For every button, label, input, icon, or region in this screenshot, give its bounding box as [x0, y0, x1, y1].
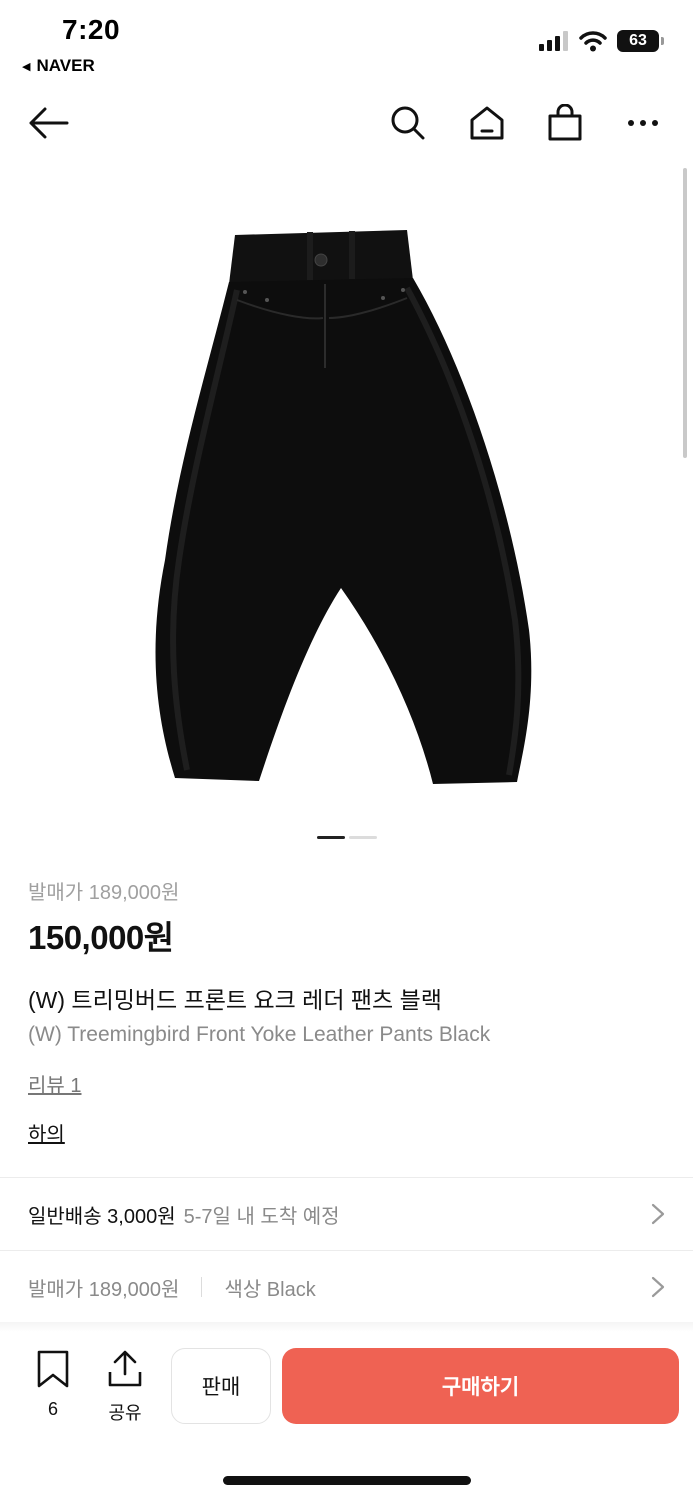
- delivery-fee: 일반배송 3,000원: [28, 1205, 176, 1228]
- bottom-action-bar: 6 공유 판매 구매하기: [0, 1332, 693, 1442]
- share-label: 공유: [108, 1403, 142, 1423]
- delivery-row[interactable]: 일반배송 3,000원 5-7일 내 도착 예정: [0, 1179, 693, 1249]
- home-icon: [470, 106, 504, 140]
- bookmark-icon: [37, 1350, 69, 1388]
- category-link[interactable]: 하의: [28, 1118, 65, 1147]
- back-app-label: NAVER: [36, 56, 95, 75]
- shopping-bag-icon: [548, 104, 582, 141]
- carousel-dot: [348, 836, 377, 839]
- product-image-carousel[interactable]: [0, 180, 693, 820]
- carousel-indicator: [0, 836, 693, 839]
- buy-button[interactable]: 구매하기: [282, 1348, 679, 1424]
- more-icon: [628, 120, 658, 126]
- sale-price: 150,000원: [28, 919, 174, 956]
- product-info: 발매가 189,000원 150,000원 (W) 트리밍버드 프론트 요크 레…: [28, 876, 665, 1147]
- cellular-signal-icon: [539, 31, 568, 51]
- search-button[interactable]: [384, 95, 432, 151]
- product-name-english: (W) Treemingbird Front Yoke Leather Pant…: [28, 1023, 491, 1046]
- bookmark-button[interactable]: 6: [30, 1350, 76, 1420]
- status-time: 7:20: [62, 14, 121, 45]
- back-arrow-icon: [29, 107, 69, 139]
- chevron-right-icon: [651, 1203, 665, 1225]
- options-row[interactable]: 발매가 189,000원 색상 Black: [0, 1252, 693, 1322]
- home-indicator[interactable]: [223, 1476, 471, 1485]
- back-triangle-icon: ◀: [22, 60, 31, 73]
- divider: [0, 1250, 693, 1251]
- back-button[interactable]: [24, 95, 72, 151]
- search-icon: [391, 106, 425, 140]
- options-color: 색상 Black: [224, 1278, 316, 1301]
- sell-button[interactable]: 판매: [171, 1348, 271, 1424]
- back-to-app-link[interactable]: ◀ NAVER: [22, 56, 95, 76]
- divider: [0, 1177, 693, 1178]
- options-retail-price: 발매가 189,000원: [28, 1278, 180, 1301]
- black-leather-pants-image: [155, 230, 531, 784]
- chevron-right-icon: [651, 1276, 665, 1298]
- review-link[interactable]: 리뷰 1: [28, 1069, 81, 1098]
- delivery-estimate: 5-7일 내 도착 예정: [183, 1205, 340, 1228]
- retail-price: 발매가 189,000원: [28, 882, 180, 904]
- status-bar: 7:20 ◀ NAVER 63: [0, 0, 693, 85]
- separator: [201, 1277, 203, 1297]
- section-shadow: [0, 1322, 693, 1332]
- product-name-korean: (W) 트리밍버드 프론트 요크 레더 팬츠 블랙: [28, 987, 442, 1013]
- share-button[interactable]: 공유: [100, 1350, 150, 1425]
- bookmark-count: 6: [47, 1399, 58, 1419]
- top-navigation: [0, 95, 693, 151]
- share-icon: [108, 1350, 142, 1387]
- wifi-icon: [579, 31, 607, 52]
- status-indicators: 63: [539, 30, 664, 52]
- more-options-button[interactable]: [619, 95, 667, 151]
- shopping-bag-button[interactable]: [541, 95, 589, 151]
- battery-icon: 63: [617, 30, 664, 52]
- home-button[interactable]: [463, 95, 511, 151]
- carousel-dot-active: [316, 836, 345, 839]
